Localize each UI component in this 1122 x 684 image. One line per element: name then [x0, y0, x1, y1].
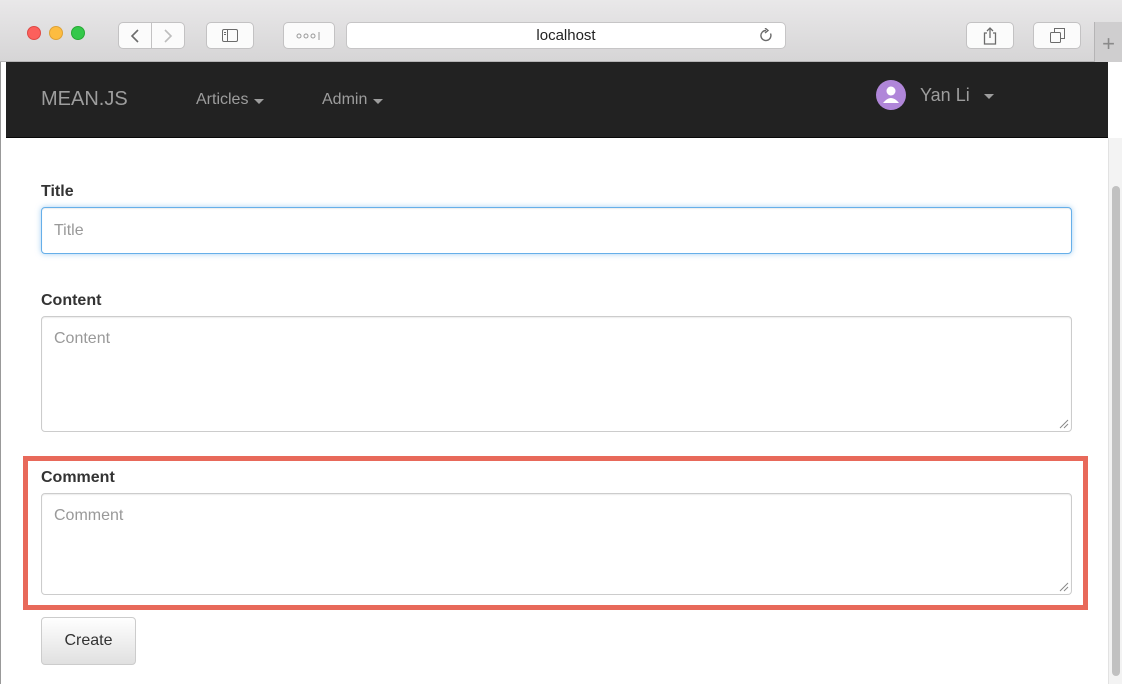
zoom-window-button[interactable] — [71, 26, 85, 40]
comment-label: Comment — [41, 469, 115, 486]
sidebar-icon — [222, 29, 238, 42]
resize-grip-icon[interactable] — [1059, 419, 1069, 429]
minimize-window-button[interactable] — [49, 26, 63, 40]
title-input[interactable] — [41, 207, 1072, 254]
resize-grip-icon[interactable] — [1059, 582, 1069, 592]
close-window-button[interactable] — [27, 26, 41, 40]
brand-link[interactable]: MEAN.JS — [41, 88, 128, 111]
new-tab-button[interactable]: + — [1094, 22, 1122, 62]
nav-articles-label: Articles — [196, 91, 249, 108]
caret-down-icon — [254, 98, 265, 104]
address-text: localhost — [536, 27, 596, 44]
user-icon — [883, 86, 899, 103]
caret-down-icon — [983, 93, 994, 99]
nav-admin-dropdown[interactable]: Admin — [322, 91, 384, 109]
address-bar[interactable]: localhost — [346, 22, 786, 49]
forward-button[interactable] — [151, 22, 185, 49]
tabs-overview-button[interactable] — [1033, 22, 1081, 49]
chevron-left-icon — [130, 28, 139, 43]
window-controls — [27, 26, 85, 40]
nav-articles-dropdown[interactable]: Articles — [196, 91, 265, 109]
reload-icon[interactable] — [759, 28, 773, 43]
top-sites-icon — [296, 31, 320, 40]
top-sites-button[interactable] — [283, 22, 335, 49]
content-textarea[interactable] — [41, 316, 1072, 432]
share-icon — [983, 26, 997, 45]
back-button[interactable] — [118, 22, 152, 49]
chevron-right-icon — [164, 28, 173, 43]
user-name: Yan Li — [920, 84, 970, 105]
sidebar-button[interactable] — [206, 22, 254, 49]
nav-admin-label: Admin — [322, 91, 368, 108]
content-label: Content — [41, 292, 102, 309]
share-button[interactable] — [966, 22, 1014, 49]
user-menu-dropdown[interactable]: Yan Li — [876, 80, 994, 110]
title-label: Title — [41, 183, 74, 200]
navbar: MEAN.JS Articles Admin Yan Li — [6, 62, 1108, 138]
comment-textarea[interactable] — [41, 493, 1072, 595]
browser-toolbar: localhost + — [0, 0, 1122, 62]
scrollbar-thumb[interactable] — [1112, 186, 1120, 676]
create-button[interactable]: Create — [41, 617, 136, 665]
window-border — [0, 62, 6, 684]
caret-down-icon — [373, 98, 384, 104]
avatar — [876, 80, 906, 110]
tabs-icon — [1049, 28, 1065, 43]
